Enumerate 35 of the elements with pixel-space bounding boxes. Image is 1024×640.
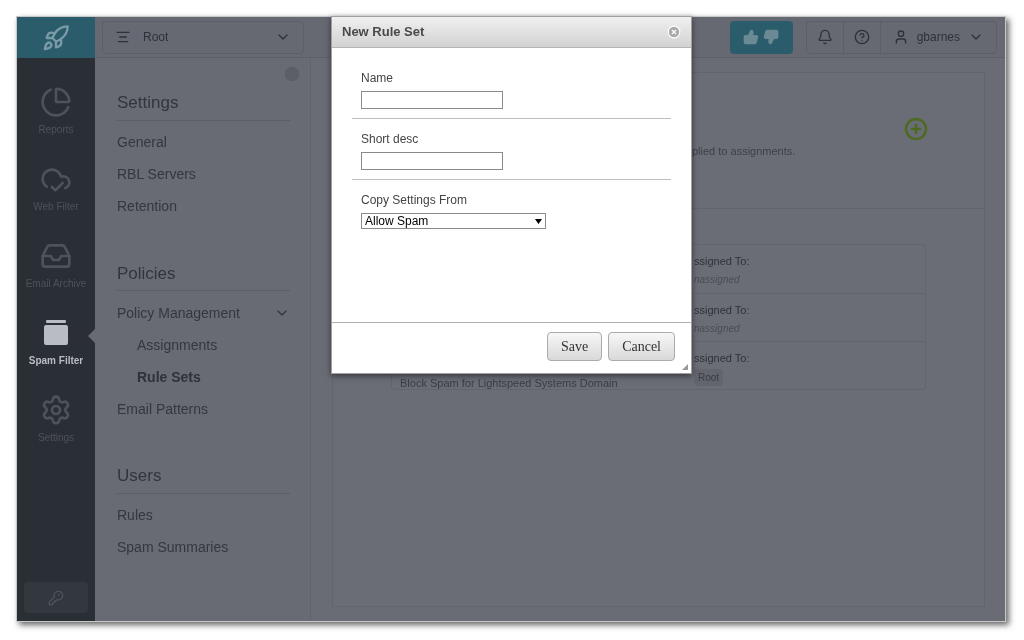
- resize-grip-icon[interactable]: [682, 364, 688, 370]
- assigned-label: ssigned To:: [694, 303, 750, 318]
- section-heading: Settings: [117, 90, 290, 121]
- dialog-title: New Rule Set: [342, 23, 425, 42]
- field-label: Name: [361, 70, 394, 87]
- key-icon: [48, 589, 64, 606]
- section-heading: Users: [117, 463, 290, 494]
- pie-chart-icon: [40, 86, 72, 118]
- dropdown-arrow-icon: [535, 218, 542, 224]
- rocket-icon: [42, 23, 70, 52]
- thumbs-down-icon: [763, 29, 780, 45]
- select-field[interactable]: Allow Spam: [361, 213, 546, 229]
- bell-icon: [816, 29, 833, 45]
- dialog-button[interactable]: Cancel: [608, 332, 675, 361]
- thumbs-up-icon: [743, 29, 760, 45]
- dialog-button[interactable]: Save: [546, 332, 603, 361]
- section-heading: Policies: [117, 260, 290, 291]
- assigned-label: ssigned To:: [694, 254, 750, 269]
- assigned-label: ssigned To:: [694, 351, 750, 366]
- field-label: Copy Settings From: [361, 192, 469, 209]
- settings-icon: [40, 394, 72, 426]
- text-field[interactable]: [361, 152, 503, 170]
- sidebar-item[interactable]: Assignments: [117, 329, 290, 361]
- help-icon: [853, 29, 870, 45]
- text-field[interactable]: [361, 91, 503, 109]
- add-icon[interactable]: [904, 117, 928, 141]
- sidebar-item[interactable]: Rule Sets: [117, 361, 290, 393]
- logo-tile[interactable]: [17, 17, 95, 58]
- org-selector[interactable]: Root: [102, 20, 304, 54]
- key-button[interactable]: [24, 582, 88, 613]
- sidebar-item[interactable]: Retention: [117, 190, 290, 223]
- field-label: Short desc: [361, 131, 420, 148]
- sidebar-item[interactable]: RBL Servers: [117, 158, 290, 191]
- feedback-button[interactable]: [729, 20, 793, 54]
- sidebar-item[interactable]: Rules: [117, 499, 290, 532]
